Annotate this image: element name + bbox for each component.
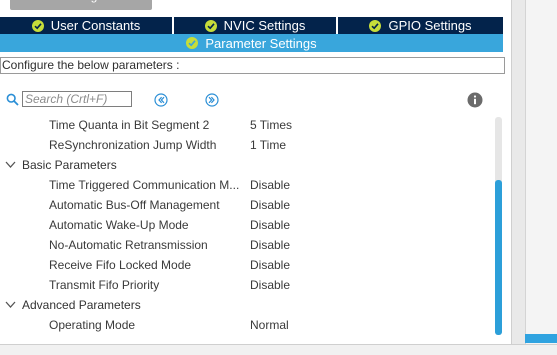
parameter-value[interactable]: Disable (250, 238, 290, 252)
parameter-row[interactable]: Automatic Wake-Up Mode Disable (0, 215, 490, 235)
parameter-name: Automatic Bus-Off Management (49, 198, 220, 212)
parameter-name: Transmit Fifo Priority (49, 278, 160, 292)
chevron-down-icon[interactable] (5, 160, 16, 169)
panel-divider (511, 0, 512, 354)
tab-parameter-settings[interactable]: Parameter Settings (0, 34, 503, 52)
tab-label: NVIC Settings (223, 18, 306, 33)
tab-gpio-settings[interactable]: GPIO Settings (338, 17, 503, 34)
parameter-name: Time Triggered Communication M... (49, 178, 240, 192)
parameter-name: Automatic Wake-Up Mode (49, 218, 189, 232)
tab-label: GPIO Settings (388, 18, 472, 33)
chevron-down-icon[interactable] (5, 300, 16, 309)
check-circle-icon (204, 19, 217, 32)
parameter-row[interactable]: Transmit Fifo Priority Disable (0, 275, 490, 295)
right-side-panel (511, 0, 557, 354)
parameter-row[interactable]: Time Triggered Communication M... Disabl… (0, 175, 490, 195)
previous-match-icon[interactable] (154, 93, 168, 107)
group-basic-parameters[interactable]: Basic Parameters (0, 155, 490, 175)
tab-nvic-settings[interactable]: NVIC Settings (174, 17, 336, 34)
check-circle-icon (31, 19, 44, 32)
tab-label: User Constants (50, 18, 141, 33)
parameter-row[interactable]: Operating Mode Normal (0, 315, 490, 335)
parameter-row[interactable]: Receive Fifo Locked Mode Disable (0, 255, 490, 275)
bottom-border (0, 344, 557, 355)
parameter-value[interactable]: Normal (250, 318, 289, 332)
search-input[interactable] (22, 91, 132, 107)
configure-parameters-label: Configure the below parameters : (0, 57, 505, 74)
parameter-value[interactable]: Disable (250, 278, 290, 292)
tab-label: Parameter Settings (205, 35, 317, 51)
parameter-value[interactable]: Disable (250, 178, 290, 192)
parameter-value[interactable]: Disable (250, 218, 290, 232)
check-circle-icon (369, 19, 382, 32)
parameter-name: No-Automatic Retransmission (49, 238, 208, 252)
search-icon[interactable] (6, 93, 19, 106)
reset-configuration-button[interactable]: Reset Configuration (10, 0, 152, 10)
parameter-value[interactable]: Disable (250, 198, 290, 212)
parameter-value[interactable]: 5 Times (250, 118, 292, 132)
info-icon[interactable] (467, 92, 483, 108)
parameter-row[interactable]: Time Quanta in Bit Segment 2 5 Times (0, 115, 490, 135)
check-circle-icon (186, 37, 199, 49)
parameter-row[interactable]: ReSynchronization Jump Width 1 Time (0, 135, 490, 155)
group-advanced-parameters[interactable]: Advanced Parameters (0, 295, 490, 315)
scrollbar-thumb[interactable] (495, 180, 502, 335)
parameter-row[interactable]: No-Automatic Retransmission Disable (0, 235, 490, 255)
top-strip: Reset Configuration (0, 0, 512, 17)
parameter-row[interactable]: Automatic Bus-Off Management Disable (0, 195, 490, 215)
next-match-icon[interactable] (205, 93, 219, 107)
parameter-value[interactable]: Disable (250, 258, 290, 272)
group-label: Basic Parameters (22, 158, 117, 172)
parameter-name: Operating Mode (49, 318, 136, 332)
parameter-name: ReSynchronization Jump Width (49, 138, 217, 152)
parameter-value[interactable]: 1 Time (250, 138, 286, 152)
parameter-name: Receive Fifo Locked Mode (49, 258, 192, 272)
tab-user-constants[interactable]: User Constants (0, 17, 172, 34)
parameter-name: Time Quanta in Bit Segment 2 (49, 118, 210, 132)
side-panel-accent (525, 334, 557, 343)
side-panel-area (525, 0, 557, 345)
group-label: Advanced Parameters (22, 298, 141, 312)
